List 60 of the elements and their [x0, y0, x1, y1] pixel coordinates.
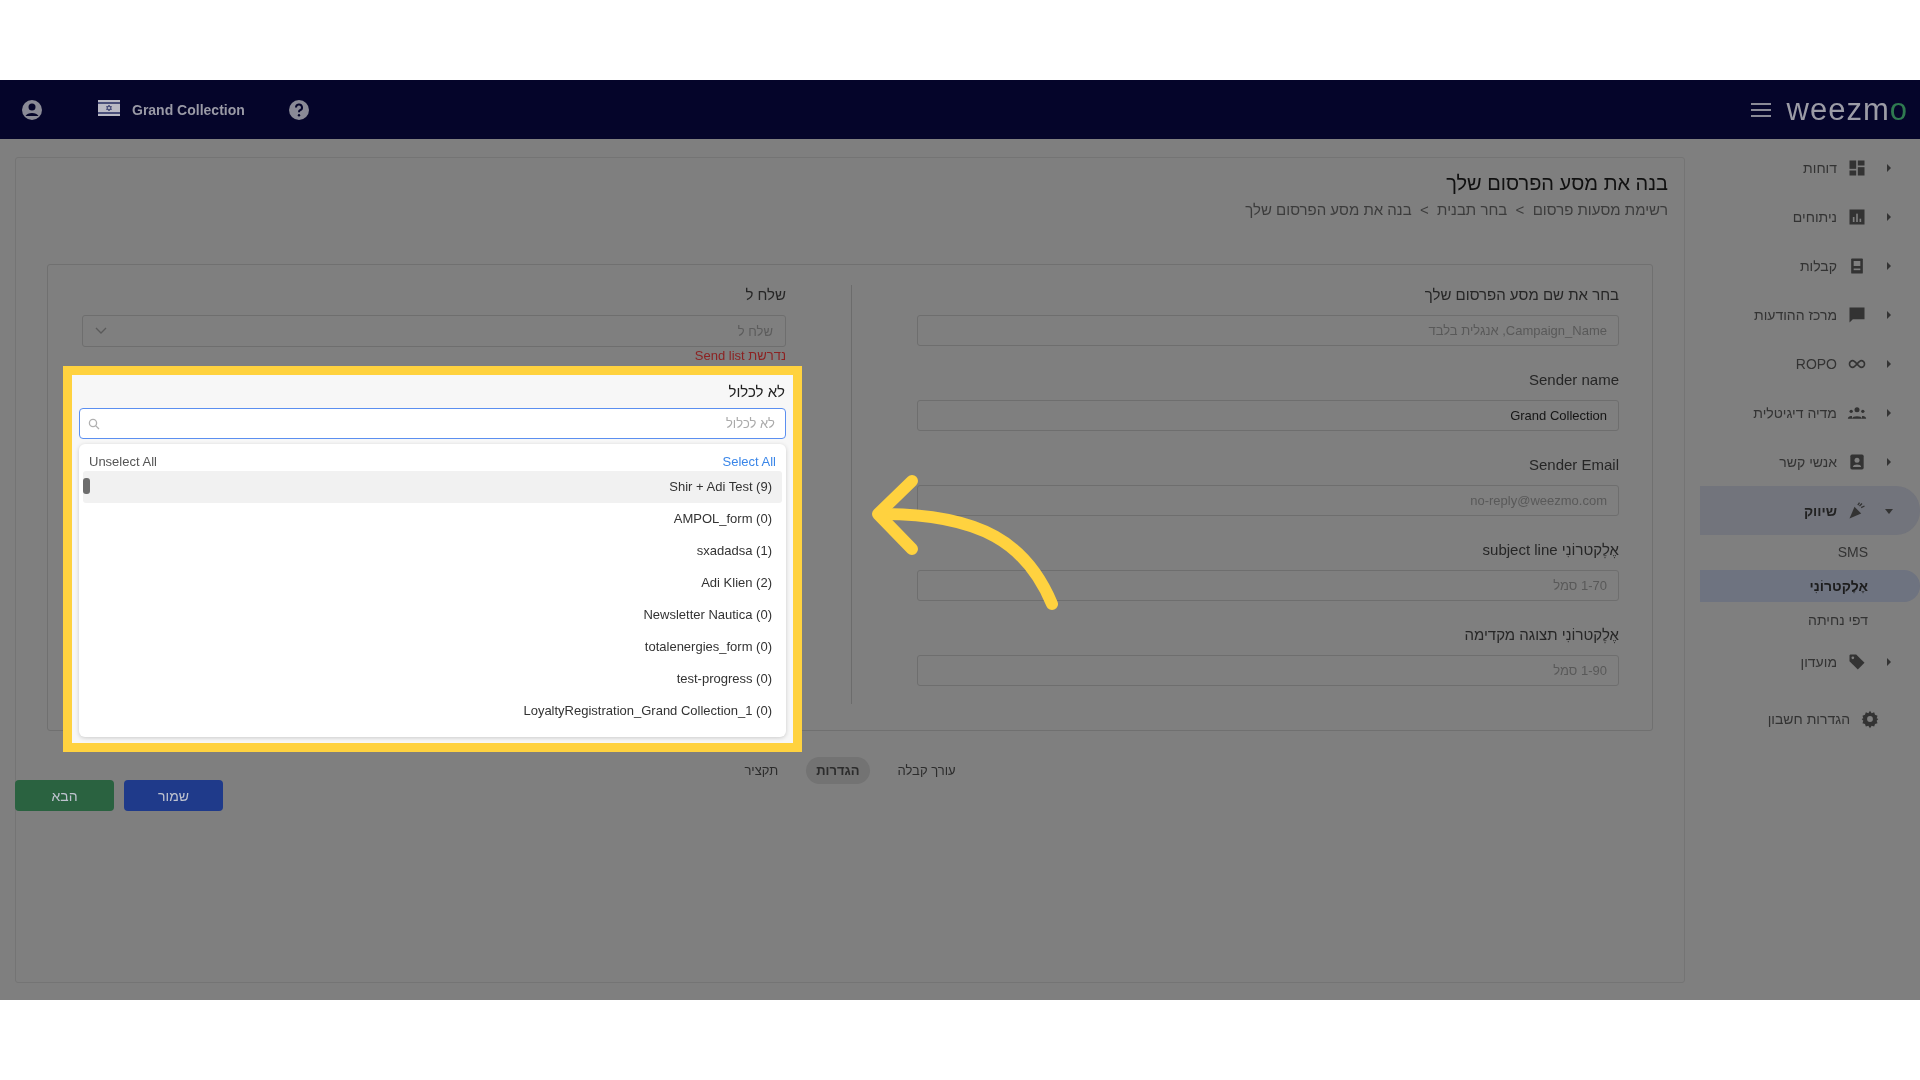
list-option[interactable]: Shir + Adi Test (9): [83, 471, 782, 503]
list-option[interactable]: sxadadsa (1): [83, 535, 782, 567]
input-field[interactable]: Grand Collection: [917, 400, 1619, 431]
sidebar-item[interactable]: מרכז ההודעות: [1700, 290, 1920, 339]
search-field[interactable]: לא לכלול: [79, 408, 786, 439]
search-icon: [88, 418, 100, 430]
caret-down-icon: [1885, 506, 1893, 515]
caret-left-icon: [1885, 261, 1893, 270]
sidebar-item[interactable]: ניתוחים: [1700, 192, 1920, 241]
gear-icon: [1860, 708, 1880, 729]
breadcrumb[interactable]: רשימת מסעות פרסום > בחר תבנית > בנה את מסע הפרסום שלך: [16, 201, 1668, 218]
caret-left-icon: [1885, 163, 1893, 172]
party-popper-icon: [1847, 500, 1867, 521]
field-label: אֶלֶקטרוֹנִי subject line: [1481, 540, 1619, 560]
sidebar-item[interactable]: הגדרות חשבון: [1700, 694, 1920, 743]
dropdown-title: לא לכלול: [727, 383, 785, 400]
caret-left-icon: [1885, 310, 1893, 319]
unselect-all-link[interactable]: Unselect All: [89, 454, 157, 469]
page-title: בנה את מסע הפרסום שלך: [1445, 172, 1668, 195]
sidebar-item[interactable]: קבלות: [1700, 241, 1920, 290]
list-option[interactable]: totalenergies_form (0): [83, 631, 782, 663]
error-message: נדרשת Send list: [694, 348, 786, 363]
help-icon[interactable]: [286, 97, 311, 122]
sidebar-item[interactable]: דוחות: [1700, 143, 1920, 192]
sidebar-item[interactable]: ROPO: [1700, 339, 1920, 388]
caret-left-icon: [1885, 212, 1893, 221]
save-button[interactable]: שמור: [124, 780, 223, 811]
step-tab[interactable]: עורך קבלה: [887, 757, 966, 784]
scrollbar-thumb[interactable]: [83, 478, 90, 494]
sidebar-item[interactable]: מועדון: [1700, 637, 1920, 686]
list-option[interactable]: Adi Klien (2): [83, 567, 782, 599]
list-option[interactable]: test-progress (0): [83, 663, 782, 695]
sidebar-item[interactable]: שיווק: [1700, 486, 1920, 535]
list-option[interactable]: LoyaltyRegistration_Grand Collection_1 (0): [83, 695, 782, 727]
step-tab[interactable]: הגדרות: [806, 757, 870, 784]
caret-left-icon: [1885, 457, 1893, 466]
menu-icon[interactable]: [1750, 102, 1771, 117]
field-label: אֶלֶקטרוֹנִי תצוגה מקדימה: [1463, 625, 1619, 645]
caret-left-icon: [1885, 359, 1893, 368]
caret-left-icon: [1885, 657, 1893, 666]
sidebar-subitem[interactable]: SMS: [1700, 536, 1920, 568]
store-name[interactable]: Grand Collection: [132, 101, 245, 118]
sidebar-subitem[interactable]: דפי נחיתה: [1700, 604, 1920, 636]
logo: weezmo: [1786, 94, 1908, 125]
caret-left-icon: [1885, 408, 1893, 417]
sidebar-subitem[interactable]: אֶלֶקטרוֹנִי: [1700, 570, 1920, 602]
field-label: Sender name: [1527, 370, 1619, 390]
field-label: שלח ל: [744, 285, 786, 305]
list-option[interactable]: Newsletter Nautica (0): [83, 599, 782, 631]
list-option[interactable]: AMPOL_form (0): [83, 503, 782, 535]
next-button[interactable]: הבא: [15, 780, 114, 811]
field-label: בחר את שם מסע הפרסום שלך: [1423, 285, 1619, 305]
step-tab[interactable]: תקציר: [734, 757, 789, 784]
chevron-down-icon: [95, 327, 107, 335]
field-label: Sender Email: [1527, 455, 1619, 475]
sidebar-item[interactable]: אנשי קשר: [1700, 437, 1920, 486]
user-icon[interactable]: [20, 97, 44, 122]
select-all-link[interactable]: Select All: [722, 454, 776, 469]
sidebar-item[interactable]: מדיה דיגיטלית: [1700, 388, 1920, 437]
flag-icon[interactable]: [98, 99, 120, 116]
